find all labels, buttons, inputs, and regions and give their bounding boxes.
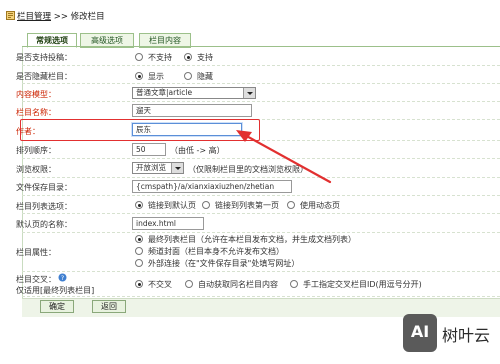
list-option-default-label: 链接到默认页	[148, 201, 196, 210]
breadcrumb-icon	[6, 11, 15, 20]
sort-order-label: 排列顺序：	[16, 146, 56, 155]
content-model-value: 普通文章|article	[136, 88, 193, 97]
list-option-label: 栏目列表选项：	[16, 202, 72, 211]
support-submit-label: 是否支持投稿：	[16, 53, 72, 62]
cross-none-label: 不交叉	[148, 280, 172, 289]
row-column-name: 栏目名称： 遛天	[16, 102, 500, 120]
cross-auto-radio[interactable]	[185, 280, 193, 288]
chevron-down-icon	[171, 163, 183, 173]
breadcrumb: 栏目管理 >> 修改栏目	[17, 10, 105, 22]
row-attribute: 栏目属性： 最终列表栏目（允许在本栏目发布文档，并生成文档列表） 频道封面（栏目…	[16, 233, 500, 272]
chevron-down-icon	[243, 88, 255, 98]
back-button[interactable]: 返回	[92, 300, 126, 313]
column-name-input[interactable]: 遛天	[132, 104, 252, 117]
hidden-hide-radio[interactable]	[184, 72, 192, 80]
row-browse-permission: 浏览权限： 开放浏览 （仅限制栏目里的文档浏览权限）	[16, 159, 500, 178]
support-submit-yes-radio[interactable]	[184, 53, 192, 61]
svg-text:?: ?	[61, 274, 64, 282]
support-submit-no-label: 不支持	[148, 53, 172, 62]
hidden-show-label: 显示	[148, 72, 164, 81]
hidden-hide-label: 隐藏	[197, 72, 213, 81]
sort-order-hint: （由低 -> 高）	[170, 146, 225, 155]
attribute-external-radio[interactable]	[135, 259, 143, 267]
watermark-logo-text: AI	[410, 322, 430, 341]
support-submit-yes-label: 支持	[197, 53, 213, 62]
cross-manual-label: 手工指定交叉栏目ID(用逗号分开)	[303, 280, 422, 289]
list-option-first-label: 链接到列表第一页	[215, 201, 279, 210]
breadcrumb-current: 修改栏目	[70, 12, 105, 22]
content-model-select[interactable]: 普通文章|article	[132, 87, 256, 99]
breadcrumb-separator: >>	[51, 12, 71, 22]
cross-label: 栏目交叉：	[16, 275, 56, 284]
row-content-model: 内容模型： 普通文章|article	[16, 84, 500, 102]
row-sort-order: 排列顺序： 50 （由低 -> 高）	[16, 141, 500, 159]
content-model-label: 内容模型：	[16, 90, 56, 99]
sort-order-input[interactable]: 50	[132, 143, 166, 156]
confirm-button[interactable]: 确定	[40, 300, 74, 313]
browse-permission-select[interactable]: 开放浏览	[132, 162, 184, 174]
cross-manual-radio[interactable]	[290, 280, 298, 288]
cross-none-radio[interactable]	[135, 280, 143, 288]
hidden-show-radio[interactable]	[135, 72, 143, 80]
attribute-external-label: 外部连接（在"文件保存目录"处填写网址）	[148, 259, 300, 268]
attribute-final-radio[interactable]	[135, 235, 143, 243]
row-list-option: 栏目列表选项： 链接到默认页 链接到列表第一页 使用动态页	[16, 196, 500, 214]
watermark-text: 树叶云	[442, 326, 491, 345]
row-hidden: 是否隐藏栏目： 显示 隐藏	[16, 66, 500, 84]
save-dir-input[interactable]: {cmspath}/a/xianxiaxiuzhen/zhetian	[132, 180, 292, 193]
browse-permission-value: 开放浏览	[136, 163, 166, 172]
attribute-cover-radio[interactable]	[135, 247, 143, 255]
row-cross: 栏目交叉： ? 仅适用[最终列表栏目] 不交叉 自动获取同名栏目内容 手工指定交…	[16, 272, 500, 297]
support-submit-no-radio[interactable]	[135, 53, 143, 61]
list-option-default-radio[interactable]	[135, 201, 143, 209]
attribute-cover-label: 频道封面（栏目本身不允许发布文档）	[148, 247, 284, 256]
row-save-dir: 文件保存目录： {cmspath}/a/xianxiaxiuzhen/zheti…	[16, 178, 500, 196]
highlight-box	[20, 119, 260, 141]
column-name-label: 栏目名称：	[16, 108, 56, 117]
attribute-label: 栏目属性：	[16, 248, 56, 257]
browse-permission-label: 浏览权限：	[16, 165, 56, 174]
cross-auto-label: 自动获取同名栏目内容	[198, 280, 278, 289]
default-page-input[interactable]: index.html	[132, 217, 204, 230]
hidden-label: 是否隐藏栏目：	[16, 72, 72, 81]
browse-permission-hint: （仅限制栏目里的文档浏览权限）	[188, 165, 308, 174]
watermark-logo: AI	[403, 314, 437, 352]
default-page-label: 默认页的名称：	[16, 220, 72, 229]
breadcrumb-link[interactable]: 栏目管理	[17, 12, 51, 22]
row-default-page: 默认页的名称： index.html	[16, 214, 500, 233]
list-option-dynamic-label: 使用动态页	[300, 201, 340, 210]
help-icon[interactable]: ?	[58, 273, 67, 282]
attribute-final-label: 最终列表栏目（允许在本栏目发布文档，并生成文档列表）	[148, 235, 356, 244]
save-dir-label: 文件保存目录：	[16, 183, 72, 192]
cross-sublabel: 仅适用[最终列表栏目]	[16, 286, 95, 295]
list-option-first-radio[interactable]	[202, 201, 210, 209]
row-support-submit: 是否支持投稿： 不支持 支持	[16, 48, 500, 66]
list-option-dynamic-radio[interactable]	[287, 201, 295, 209]
